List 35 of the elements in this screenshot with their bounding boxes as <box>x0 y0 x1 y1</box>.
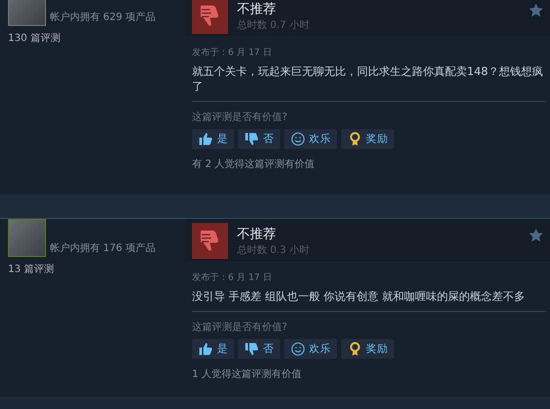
vote-button[interactable]: 是 <box>192 129 234 149</box>
thumbs-down-icon <box>244 131 260 147</box>
helpful-count: 有 2 人觉得这篇评测有价值 <box>192 158 315 171</box>
helpful-prompt: 这篇评测是否有价值? <box>192 110 288 124</box>
review-count[interactable]: 13 篇评测 <box>8 262 54 276</box>
review-count[interactable]: 130 篇评测 <box>8 31 60 45</box>
playtime: 总时数 0.3 小时 <box>237 244 310 257</box>
medal-icon <box>347 341 363 357</box>
smiley-icon <box>290 131 306 147</box>
vote-button[interactable]: 奖励 <box>341 129 394 149</box>
star-icon[interactable] <box>528 227 544 243</box>
vote-button[interactable]: 否 <box>238 339 280 359</box>
vote-button[interactable]: 否 <box>238 129 280 149</box>
vote-button[interactable]: 是 <box>192 339 234 359</box>
thumbs-down-icon <box>244 341 260 357</box>
verdict: 不推荐 <box>237 226 277 243</box>
helpful-count: 1 人觉得这篇评测有价值 <box>192 368 302 381</box>
vote-button[interactable]: 奖励 <box>341 339 394 359</box>
review-text: 没引导 手感差 组队也一般 你说有创意 就和咖喱味的屎的概念差不多 <box>192 289 525 304</box>
thumbs-up-icon <box>198 131 214 147</box>
thumbs-up-icon <box>198 341 214 357</box>
vote-button[interactable]: 欢乐 <box>284 339 337 359</box>
review-text: 就五个关卡，玩起来巨无聊无比，同比求生之路你真配卖148？想钱想疯了 <box>192 64 544 94</box>
star-icon[interactable] <box>528 2 544 18</box>
helpful-prompt: 这篇评测是否有价值? <box>192 320 288 334</box>
vote-button[interactable]: 欢乐 <box>284 129 337 149</box>
playtime: 总时数 0.7 小时 <box>237 18 310 32</box>
smiley-icon <box>290 341 306 357</box>
posted-date: 发布于：6 月 17 日 <box>192 272 272 284</box>
posted-date: 发布于：6 月 17 日 <box>192 46 272 59</box>
avatar[interactable] <box>8 219 46 257</box>
products-owned: 帐户内拥有 629 项产品 <box>50 10 156 25</box>
medal-icon <box>347 131 363 147</box>
verdict: 不推荐 <box>237 1 277 18</box>
products-owned: 帐户内拥有 176 项产品 <box>50 242 156 256</box>
